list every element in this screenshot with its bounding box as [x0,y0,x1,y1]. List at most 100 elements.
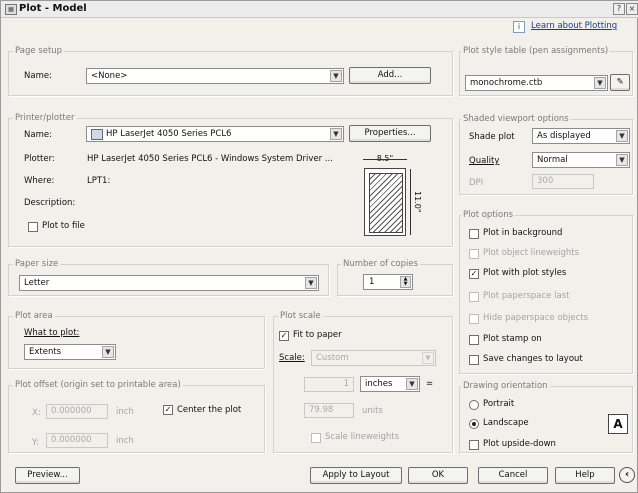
help-button[interactable]: Help [555,467,615,484]
drawing-orientation-legend: Drawing orientation [461,381,550,391]
dpi-label: DPI [469,178,484,188]
plot-stamp-label: Plot stamp on [483,334,542,344]
chevron-down-icon: ▼ [616,154,628,166]
plot-lineweights-checkbox[interactable] [469,249,479,259]
plot-area-legend: Plot area [13,311,55,321]
paper-size-value: Letter [24,278,50,288]
copies-spinner[interactable]: 1 ▲ ▼ [363,274,413,290]
plot-upside-down-checkbox[interactable] [469,440,479,450]
collapse-options-button[interactable]: ‹ [619,467,635,483]
shade-plot-label: Shade plot [469,132,515,142]
landscape-radio[interactable] [469,419,479,429]
learn-about-plotting-link[interactable]: Learn about Plotting [531,21,617,31]
plot-with-plot-styles-checkbox[interactable]: ✓ [469,269,479,279]
save-changes-label: Save changes to layout [483,354,583,364]
scale-select[interactable]: Custom ▼ [311,350,436,366]
center-plot-checkbox[interactable]: ✓ [163,405,173,415]
plot-paperspace-last-checkbox[interactable] [469,292,479,302]
scale-lineweights-checkbox[interactable] [311,433,321,443]
height-dimension-line [410,169,411,235]
paper-size-select[interactable]: Letter ▼ [19,275,319,291]
title-bar: ▦ Plot - Model ? × [1,1,638,18]
fit-to-paper-checkbox[interactable]: ✓ [279,331,289,341]
apply-to-layout-button[interactable]: Apply to Layout [310,467,402,484]
what-to-plot-value: Extents [29,347,62,357]
portrait-label: Portrait [483,399,515,409]
fit-to-paper-label: Fit to paper [293,330,342,340]
preview-button[interactable]: Preview... [15,467,80,484]
scale-label: Scale: [279,353,305,363]
page-setup-name-label: Name: [24,71,52,81]
close-icon[interactable]: × [626,3,638,15]
shade-plot-select[interactable]: As displayed ▼ [532,128,630,144]
plot-style-table-value: monochrome.ctb [470,78,543,88]
copies-value: 1 [369,277,375,287]
plot-scale-legend: Plot scale [278,311,323,321]
landscape-label: Landscape [483,418,529,428]
width-dimension-line [363,159,407,160]
scale-units-value: inches [365,379,393,389]
help-title-icon[interactable]: ? [613,3,625,15]
quality-select[interactable]: Normal ▼ [532,152,630,168]
plot-dialog: ▦ Plot - Model ? × i Learn about Plottin… [0,0,638,493]
edit-plot-style-button[interactable]: ✎ [610,74,630,91]
app-icon: ▦ [5,4,17,15]
portrait-radio[interactable] [469,400,479,410]
y-offset-input[interactable]: 0.000000 [46,433,108,448]
plot-options-legend: Plot options [461,210,516,220]
plot-to-file-checkbox[interactable] [28,222,38,232]
plot-in-background-checkbox[interactable] [469,229,479,239]
quality-label: Quality [469,156,500,166]
plot-area-group [8,316,266,370]
plot-style-table-legend: Plot style table (pen assignments) [461,46,611,56]
chevron-down-icon: ▼ [406,378,418,390]
plot-offset-legend: Plot offset (origin set to printable are… [13,380,183,390]
what-to-plot-select[interactable]: Extents ▼ [24,344,116,360]
printer-icon [91,129,103,140]
cancel-button[interactable]: Cancel [478,467,548,484]
plot-stamp-checkbox[interactable] [469,335,479,345]
shaded-viewport-legend: Shaded viewport options [461,114,571,124]
plot-paperspace-last-label: Plot paperspace last [483,291,570,301]
shade-plot-value: As displayed [537,131,591,141]
dpi-input[interactable]: 300 [532,174,594,189]
plotter-label: Plotter: [24,154,55,164]
plot-lineweights-label: Plot object lineweights [483,248,580,258]
properties-button[interactable]: Properties... [349,125,431,142]
plot-in-background-label: Plot in background [483,228,563,238]
plot-upside-down-label: Plot upside-down [483,439,556,449]
preview-height-dimension: 11.0" [413,191,422,213]
scale-value-input[interactable]: 1 [304,377,354,392]
scale-units-select[interactable]: inches ▼ [360,376,420,392]
page-setup-name-value: <None> [91,71,128,81]
description-label: Description: [24,198,76,208]
save-changes-checkbox[interactable] [469,355,479,365]
x-unit: inch [116,407,134,417]
hide-paperspace-checkbox[interactable] [469,314,479,324]
chevron-down-icon: ▼ [422,352,434,364]
printer-name-select[interactable]: HP LaserJet 4050 Series PCL6 ▼ [86,126,344,142]
copies-legend: Number of copies [341,259,421,269]
page-setup-legend: Page setup [13,46,65,56]
chevron-down-icon: ▼ [594,77,606,89]
units-label: units [362,406,383,416]
spinner-arrows-icon[interactable]: ▲ ▼ [400,276,411,288]
printer-legend: Printer/plotter [13,113,77,123]
paper-size-legend: Paper size [13,259,61,269]
x-offset-input[interactable]: 0.000000 [46,404,108,419]
page-setup-name-select[interactable]: <None> ▼ [86,68,344,84]
what-to-plot-label: What to plot: [24,328,80,338]
ok-button[interactable]: OK [408,467,468,484]
chevron-down-icon: ▼ [305,277,317,289]
paper-preview [364,168,406,236]
plot-style-table-select[interactable]: monochrome.ctb ▼ [465,75,608,91]
chevron-down-icon: ▼ [102,346,114,358]
y-label: Y: [32,438,39,448]
chevron-left-icon: ‹ [624,469,630,480]
where-label: Where: [24,176,55,186]
plotter-value: HP LaserJet 4050 Series PCL6 - Windows S… [87,154,333,164]
add-button[interactable]: Add... [349,67,431,84]
chevron-down-icon: ▼ [616,130,628,142]
plot-to-file-label: Plot to file [42,221,85,231]
scale-units-input[interactable]: 79.98 [304,403,354,418]
